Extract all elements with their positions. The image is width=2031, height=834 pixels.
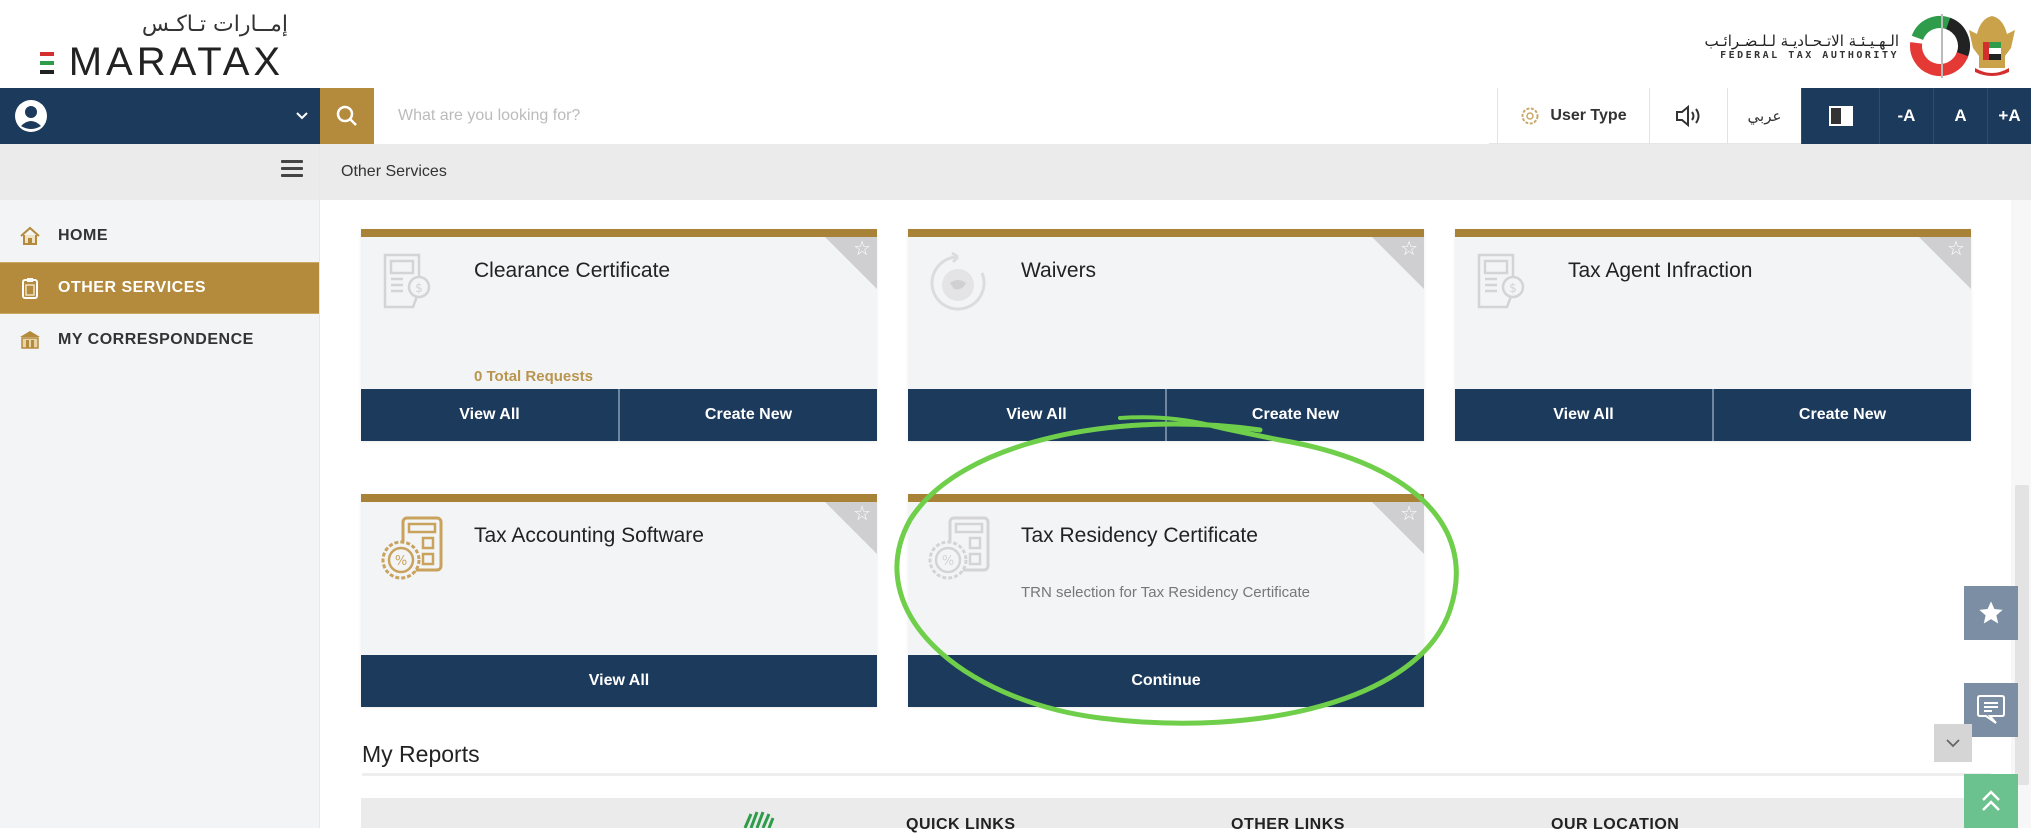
svg-text:$: $: [415, 281, 423, 295]
contrast-icon: [1828, 106, 1853, 126]
my-reports-heading: My Reports: [362, 741, 480, 767]
header-divider: [1941, 14, 1943, 78]
font-reset-button[interactable]: A: [1933, 88, 1987, 144]
service-card-tax-accounting-software: ☆ % Tax Accounting Software View All: [361, 494, 877, 707]
search-button[interactable]: [320, 88, 374, 144]
sidebar: HOME OTHER SERVICES MY CORRESPONDENCE: [0, 144, 320, 828]
font-decrease-button[interactable]: -A: [1879, 88, 1933, 144]
certificate-icon: $: [1477, 253, 1525, 309]
service-card-waivers: ☆ Waivers View All Create New: [908, 229, 1424, 441]
calculator-percent-icon: %: [928, 516, 990, 580]
footer-fta-logo-icon: [743, 811, 775, 828]
back-to-top-button[interactable]: [1964, 774, 2018, 828]
svg-text:%: %: [395, 554, 407, 569]
top-navbar: User Type عربي -A A +A: [0, 88, 2031, 144]
card-subtitle: TRN selection for Tax Residency Certific…: [1021, 584, 1310, 601]
breadcrumb-current: Other Services: [341, 163, 447, 180]
sidebar-item-other-services[interactable]: OTHER SERVICES: [0, 262, 319, 314]
svg-text:$: $: [1509, 281, 1517, 295]
emaratax-logo[interactable]: إمــارات تـاكـس EMARATAX: [38, 10, 288, 84]
gear-icon: [1521, 107, 1539, 125]
footer-heading-our-location: OUR LOCATION: [1551, 816, 1680, 833]
sidebar-item-label: MY CORRESPONDENCE: [58, 331, 254, 348]
card-title: Clearance Certificate: [474, 259, 671, 282]
language-toggle[interactable]: عربي: [1727, 88, 1801, 144]
user-type-label: User Type: [1550, 107, 1627, 124]
fta-emblem-icon: [1910, 16, 1970, 76]
card-title: Tax Residency Certificate: [1021, 524, 1258, 547]
fta-english: FEDERAL TAX AUTHORITY: [1720, 49, 1899, 61]
view-all-button[interactable]: View All: [361, 655, 877, 707]
card-title: Tax Accounting Software: [474, 524, 704, 547]
double-chevron-up-icon: [1982, 790, 2000, 811]
clipboard-icon: [18, 276, 42, 300]
footer-heading-other-links: OTHER LINKS: [1231, 816, 1345, 833]
waiver-cycle-icon: [930, 251, 986, 311]
star-filled-icon: [1979, 601, 2003, 624]
header: إمــارات تـاكـس EMARATAX الـهـيـئـة الات…: [0, 0, 2031, 88]
star-icon[interactable]: ☆: [1400, 504, 1418, 524]
sidebar-item-label: OTHER SERVICES: [58, 279, 207, 296]
font-increase-button[interactable]: +A: [1987, 88, 2031, 144]
calculator-percent-icon: %: [381, 516, 443, 580]
building-icon: [18, 328, 42, 352]
hamburger-menu-icon[interactable]: [281, 160, 303, 180]
contrast-toggle[interactable]: [1801, 88, 1879, 144]
certificate-icon: $: [383, 253, 431, 309]
user-type-button[interactable]: User Type: [1497, 88, 1649, 144]
sidebar-item-my-correspondence[interactable]: MY CORRESPONDENCE: [0, 314, 319, 366]
chevron-down-icon: [1946, 739, 1960, 748]
star-icon[interactable]: ☆: [853, 239, 871, 259]
logo-text: EMARATAX: [68, 40, 285, 84]
create-new-button[interactable]: Create New: [1165, 389, 1424, 441]
create-new-button[interactable]: Create New: [1712, 389, 1971, 441]
sidebar-item-label: HOME: [58, 227, 108, 244]
uae-emblem-icon: [1969, 16, 2015, 76]
service-card-tax-residency-certificate: ☆ % Tax Residency Certificate TRN select…: [908, 494, 1424, 707]
fta-arabic: الـهـيـئـة الاتـحـاديـة لـلـضـرائـب: [1704, 31, 1899, 50]
reports-divider: [362, 773, 1991, 776]
svg-text:%: %: [942, 554, 954, 569]
service-card-clearance-certificate: ☆ $ Clearance Certificate 0 Total Reques…: [361, 229, 877, 441]
star-icon[interactable]: ☆: [853, 504, 871, 524]
search-input[interactable]: [374, 88, 1489, 144]
continue-button[interactable]: Continue: [908, 655, 1424, 707]
view-all-button[interactable]: View All: [361, 389, 618, 441]
chat-float-button[interactable]: [1964, 683, 2018, 737]
sidebar-item-home[interactable]: HOME: [0, 210, 319, 262]
nav-tools: User Type عربي -A A +A: [1497, 88, 2031, 144]
fta-logo[interactable]: الـهـيـئـة الاتـحـاديـة لـلـضـرائـب FEDE…: [1704, 12, 1971, 80]
main-content: ☆ $ Clearance Certificate 0 Total Reques…: [320, 200, 2011, 828]
chevron-down-icon: [296, 112, 308, 120]
collapse-button[interactable]: [1934, 724, 1972, 762]
footer-heading-quick-links: QUICK LINKS: [906, 816, 1016, 833]
home-icon: [18, 224, 42, 248]
user-avatar-icon: [15, 100, 47, 132]
favorites-float-button[interactable]: [1964, 586, 2018, 640]
text-to-speech-button[interactable]: [1649, 88, 1727, 144]
chat-icon: [1977, 695, 2005, 724]
view-all-button[interactable]: View All: [1455, 389, 1712, 441]
user-menu[interactable]: [0, 88, 320, 144]
view-all-button[interactable]: View All: [908, 389, 1165, 441]
logo-arabic: إمــارات تـاكـس: [141, 12, 288, 37]
speaker-icon: [1675, 105, 1699, 127]
service-card-tax-agent-infraction: ☆ $ Tax Agent Infraction View All Create…: [1455, 229, 1971, 441]
card-title: Tax Agent Infraction: [1568, 259, 1753, 282]
breadcrumb: Other Services: [320, 144, 2031, 200]
card-title: Waivers: [1021, 259, 1097, 282]
star-icon[interactable]: ☆: [1400, 239, 1418, 259]
total-requests-count[interactable]: 0 Total Requests: [474, 368, 593, 385]
create-new-button[interactable]: Create New: [618, 389, 877, 441]
search-icon: [336, 105, 357, 126]
star-icon[interactable]: ☆: [1947, 239, 1965, 259]
footer: QUICK LINKS OTHER LINKS OUR LOCATION: [361, 798, 1970, 833]
